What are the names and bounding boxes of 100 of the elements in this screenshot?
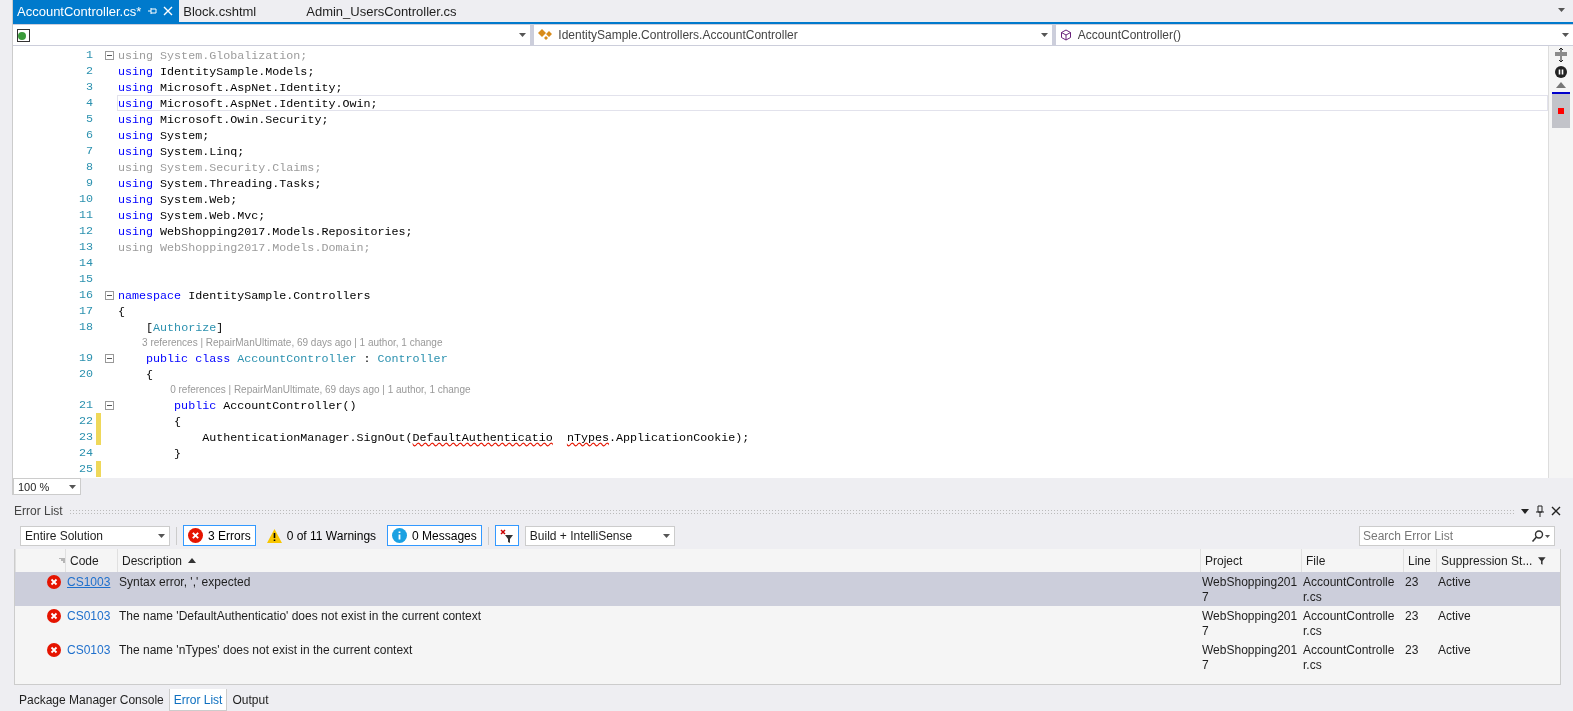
project-cell: WebShopping2017 xyxy=(1200,572,1301,606)
scrollbar-thumb[interactable] xyxy=(1552,92,1570,128)
collapse-icon[interactable] xyxy=(105,400,114,410)
search-icon[interactable] xyxy=(1531,529,1551,542)
line-number: 23 xyxy=(77,430,94,444)
caret-icon xyxy=(1040,33,1048,37)
sort-ascending-icon xyxy=(188,558,197,563)
line-number: 17 xyxy=(77,304,94,318)
code-line: using WebShopping2017.Models.Domain; xyxy=(117,240,372,255)
line-number: 10 xyxy=(77,192,94,206)
code-line: using System.Security.Claims; xyxy=(117,160,323,175)
caret-icon xyxy=(158,533,165,538)
filter-toggle[interactable]: 0 of 11 Warnings xyxy=(261,525,382,546)
code-line: using System.Threading.Tasks; xyxy=(117,176,323,191)
code-line: using WebShopping2017.Models.Repositories; xyxy=(117,224,414,239)
code-line: { xyxy=(117,304,126,319)
code-line: using System.Web.Mvc; xyxy=(117,208,267,223)
code-line: [Authorize] xyxy=(145,320,225,335)
code-line: public class AccountController : Controller xyxy=(145,351,449,366)
line-number: 16 xyxy=(77,288,94,302)
line-number: 15 xyxy=(77,272,94,286)
line-number: 22 xyxy=(77,414,94,428)
suppression-cell-text: Active xyxy=(1437,642,1472,659)
panel-title: Error List xyxy=(14,504,63,518)
code-line: using Microsoft.Owin.Security; xyxy=(117,112,330,127)
suppression-cell-text: Active xyxy=(1437,608,1472,625)
pause-icon[interactable] xyxy=(1555,66,1567,78)
class-icon xyxy=(538,29,553,41)
panel-tab[interactable]: Error List xyxy=(168,689,228,711)
line-number: 19 xyxy=(77,351,94,365)
code-line: using IdentitySample.Models; xyxy=(117,64,316,79)
clear-filter-button[interactable] xyxy=(494,525,519,546)
error-icon xyxy=(188,528,203,543)
dropdown-icon[interactable] xyxy=(1521,508,1529,514)
code-line: using System.Linq; xyxy=(117,144,246,159)
document-tab[interactable]: Admin_UsersController.cs xyxy=(302,0,463,22)
code-line: } xyxy=(173,446,183,461)
caret-icon xyxy=(662,533,670,538)
caret-icon xyxy=(519,33,527,37)
line-number: 3 xyxy=(85,80,94,94)
line-number: 6 xyxy=(85,128,94,142)
line-number: 11 xyxy=(77,208,94,222)
error-marker-icon xyxy=(1558,108,1564,114)
collapse-icon[interactable] xyxy=(105,50,114,60)
line-cell-text: 23 xyxy=(1404,608,1420,625)
line-number: 1 xyxy=(85,48,94,62)
error-code-link[interactable]: CS0103 xyxy=(67,609,111,623)
panel-tab[interactable]: Package Manager Console xyxy=(14,689,169,711)
error-code-link[interactable]: CS0103 xyxy=(67,643,111,657)
file-cell-text: AccountController.cs xyxy=(1302,608,1396,640)
collapse-icon[interactable] xyxy=(105,353,114,363)
file-cell: AccountController.cs xyxy=(1301,572,1403,606)
scroll-up-icon[interactable] xyxy=(1556,82,1566,88)
line-number: 13 xyxy=(77,240,94,254)
line-number: 5 xyxy=(85,112,94,126)
globe-page-icon xyxy=(17,28,30,42)
error-icon xyxy=(47,609,61,623)
code-line: using System.Web; xyxy=(117,192,239,207)
line-cell: 23 xyxy=(1403,572,1436,606)
code-line: using Microsoft.AspNet.Identity; xyxy=(117,80,344,95)
caret-icon xyxy=(69,484,76,489)
source-dropdown[interactable]: Build + IntelliSense xyxy=(524,525,675,546)
line-number: 20 xyxy=(77,367,94,381)
document-tab[interactable]: Block.cshtml xyxy=(179,0,263,22)
member-dropdown[interactable]: AccountController() xyxy=(1055,25,1573,45)
code-line: { xyxy=(145,367,155,382)
line-number: 12 xyxy=(77,224,94,238)
type-dropdown[interactable]: IdentitySample.Controllers.AccountController xyxy=(534,25,1052,45)
line-number: 25 xyxy=(77,462,94,476)
line-number: 7 xyxy=(85,144,94,158)
funnel-icon[interactable] xyxy=(1538,555,1546,566)
funnel-icon xyxy=(499,528,514,543)
description-cell-text: The name 'nTypes' does not exist in the current context xyxy=(118,642,414,659)
cube-icon xyxy=(1059,29,1072,41)
file-cell-text: AccountController.cs xyxy=(1302,642,1396,674)
line-number: 18 xyxy=(77,320,94,334)
code-line: using System.Globalization; xyxy=(117,48,309,63)
line-cell-text: 23 xyxy=(1404,642,1420,659)
line-number: 24 xyxy=(77,446,94,460)
code-line: public AccountController() xyxy=(173,398,358,413)
zoom-dropdown[interactable]: 100 % xyxy=(13,478,81,495)
info-icon xyxy=(392,528,408,543)
line-number: 14 xyxy=(77,256,94,270)
pin-icon[interactable] xyxy=(1535,505,1545,517)
search-field[interactable]: Search Error List xyxy=(1359,525,1555,546)
line-number: 8 xyxy=(85,160,94,174)
close-icon[interactable] xyxy=(1551,506,1561,516)
error-row[interactable] xyxy=(15,572,65,606)
code-line: AuthenticationManager.SignOut(DefaultAuthenticatio nTypes.ApplicationCookie); xyxy=(201,430,751,445)
tab-overflow-icon[interactable] xyxy=(1558,8,1565,12)
panel-tab[interactable]: Output xyxy=(227,689,274,711)
error-icon xyxy=(47,575,61,589)
split-icon[interactable] xyxy=(1554,48,1568,62)
error-icon xyxy=(47,643,61,657)
scope-dropdown[interactable]: Entire Solution xyxy=(20,525,170,546)
project-cell-text: WebShopping2017 xyxy=(1201,642,1299,674)
collapse-icon[interactable] xyxy=(105,290,114,300)
filter-toggle[interactable]: 0 Messages xyxy=(387,525,482,546)
code-line: using System; xyxy=(117,128,211,143)
filter-toggle[interactable]: 3 Errors xyxy=(183,525,256,546)
